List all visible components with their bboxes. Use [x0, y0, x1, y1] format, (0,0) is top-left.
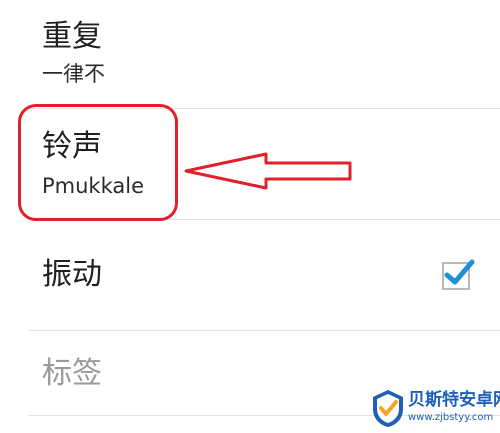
vibrate-checkbox[interactable]: [442, 259, 475, 290]
repeat-value: 一律不: [42, 62, 105, 86]
label-placeholder: 标签: [42, 356, 102, 391]
watermark: 贝斯特安卓网 www.zjbstyy.com: [368, 386, 500, 430]
watermark-name: 贝斯特安卓网: [408, 390, 500, 410]
checkmark-icon: [444, 259, 475, 285]
watermark-logo-icon: [373, 390, 403, 427]
vibrate-setting-row[interactable]: 振动: [0, 220, 500, 330]
annotation-arrow-icon: [184, 152, 352, 190]
watermark-url: www.zjbstyy.com: [408, 412, 494, 423]
repeat-setting-row[interactable]: 重复 一律不: [0, 0, 500, 108]
vibrate-title: 振动: [42, 257, 102, 292]
repeat-title: 重复: [42, 19, 102, 54]
annotation-highlight-box: [18, 104, 178, 221]
